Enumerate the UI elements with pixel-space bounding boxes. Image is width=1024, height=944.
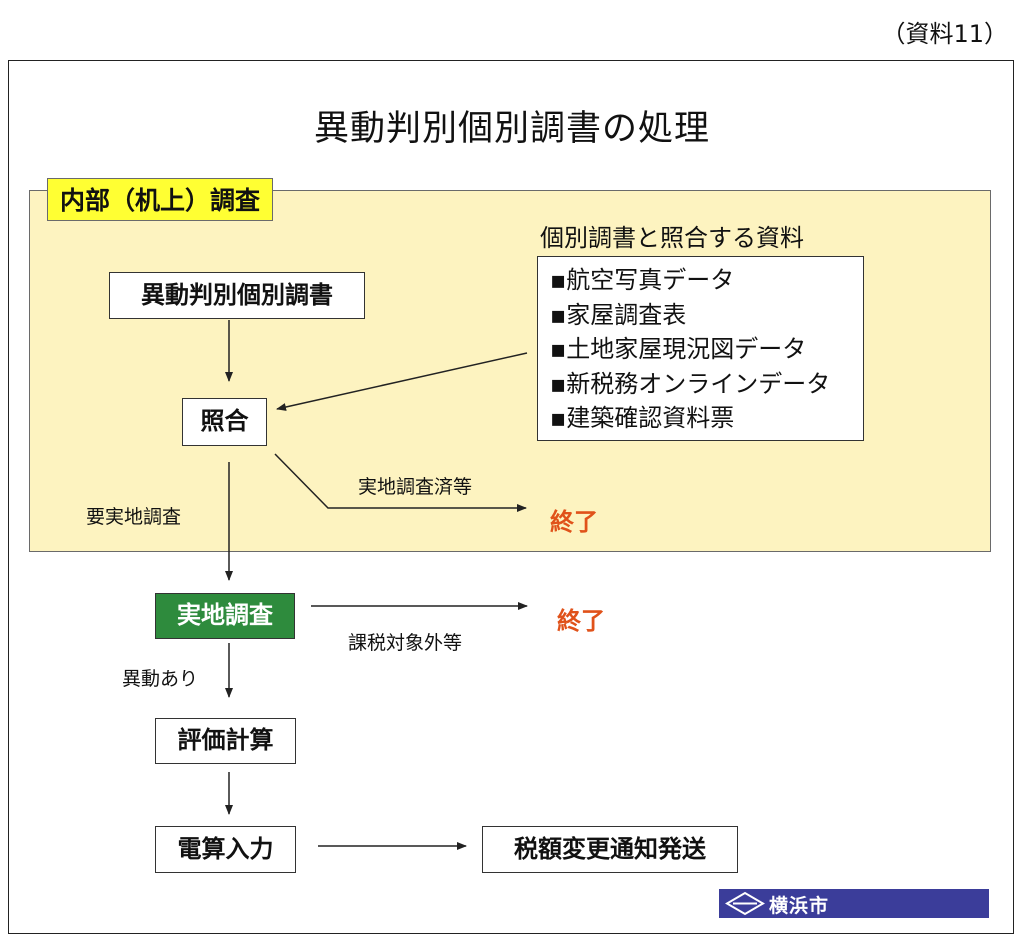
yokohama-logo: 横浜市: [719, 889, 989, 918]
arrow-materials-to-shogo: [276, 352, 528, 411]
logo-text: 横浜市: [769, 895, 830, 917]
arrow-shogo-to-end-1: [274, 453, 527, 512]
city-emblem-icon: [725, 891, 765, 916]
flow-arrows: [225, 320, 528, 850]
